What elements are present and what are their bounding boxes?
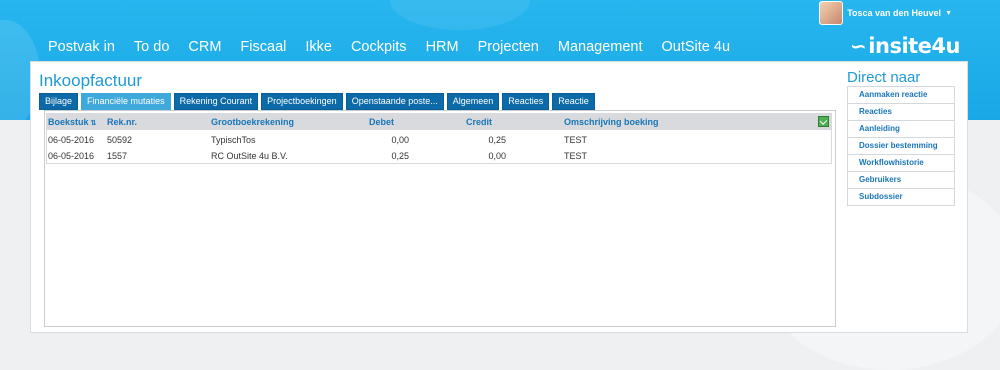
direct-link[interactable]: Gebruikers [847,172,955,189]
user-name[interactable]: Tosca van den Heuvel [847,8,941,18]
nav-item[interactable]: Projecten [478,39,539,55]
column-header-omschrijving[interactable]: Omschrijving boeking [564,117,659,127]
direct-link[interactable]: Aanmaken reactie [847,86,955,104]
nav-item[interactable]: Postvak in [48,39,115,55]
column-header-boekstuk[interactable]: Boekstuk ⇅ [48,117,96,127]
tab-bar: Bijlage Financiële mutaties Rekening Coura… [39,93,595,110]
direct-link[interactable]: Reacties [847,104,955,121]
cell-debet: 0,25 [391,151,409,161]
tab[interactable]: Algemeen [446,93,500,110]
nav-item[interactable]: Cockpits [351,39,407,55]
nav-item[interactable]: CRM [188,39,221,55]
cell-debet: 0,00 [391,135,409,145]
tab[interactable]: Rekening Courant [173,93,259,110]
column-header-grootboekrekening[interactable]: Grootboekrekening [211,117,294,127]
column-header-reknr[interactable]: Rek.nr. [107,117,137,127]
nav-item[interactable]: HRM [426,39,459,55]
sort-icon[interactable]: ⇅ [91,120,97,127]
nav-item[interactable]: Management [558,39,643,55]
direct-link[interactable]: Dossier bestemming [847,138,955,155]
cell-boekstuk: 06-05-2016 [48,151,95,161]
tab[interactable]: Financiële mutaties [81,93,171,110]
cell-omschrijving: TEST [564,151,588,161]
direct-link[interactable]: Subdossier [847,189,955,206]
column-header-credit[interactable]: Credit [466,117,492,127]
tab[interactable]: Reacties [502,93,550,110]
export-icon[interactable] [818,116,829,127]
tab[interactable]: Projectboekingen [261,93,343,110]
logo-text: insite4u [868,34,960,58]
cell-omschrijving: TEST [564,135,588,145]
nav-item[interactable]: Ikke [305,39,332,55]
table-header: Boekstuk ⇅ Rek.nr. Grootboekrekening Debe… [47,114,831,130]
user-menu[interactable]: Tosca van den Heuvel ▼ [819,1,952,25]
tab[interactable]: Bijlage [39,93,79,110]
logo-swoosh-icon: ∽ [850,34,867,58]
tab[interactable]: Openstaande poste... [345,93,444,110]
chevron-down-icon[interactable]: ▼ [945,10,952,17]
header-decoration [390,0,530,30]
direct-naar-list: Aanmaken reactie Reacties Aanleiding Dossie… [847,86,955,206]
cell-reknr: 1557 [107,151,128,161]
logo: ∽insite4u [850,34,960,58]
main-nav: Postvak in To do CRM Fiscaal Ikke Cockpits HRM… [48,39,749,55]
direct-link[interactable]: Workflowhistorie [847,155,955,172]
cell-boekstuk: 06-05-2016 [48,135,95,145]
page-title: Inkoopfactuur [39,71,143,90]
cell-grootboekrekening: RC OutSite 4u B.V. [211,151,288,161]
tab[interactable]: Reactie [552,93,595,110]
column-header-debet[interactable]: Debet [369,117,394,127]
avatar[interactable] [819,1,844,25]
cell-reknr: 50592 [107,135,133,145]
cell-grootboekrekening: TypischTos [211,135,256,145]
nav-item[interactable]: To do [134,39,169,55]
cell-credit: 0,25 [488,135,506,145]
direct-naar-title: Direct naar [847,69,921,86]
cell-credit: 0,00 [488,151,506,161]
mutations-table: Boekstuk ⇅ Rek.nr. Grootboekrekening Debe… [46,113,832,164]
nav-item[interactable]: OutSite 4u [662,39,731,55]
nav-item[interactable]: Fiscaal [240,39,286,55]
direct-link[interactable]: Aanleiding [847,121,955,138]
